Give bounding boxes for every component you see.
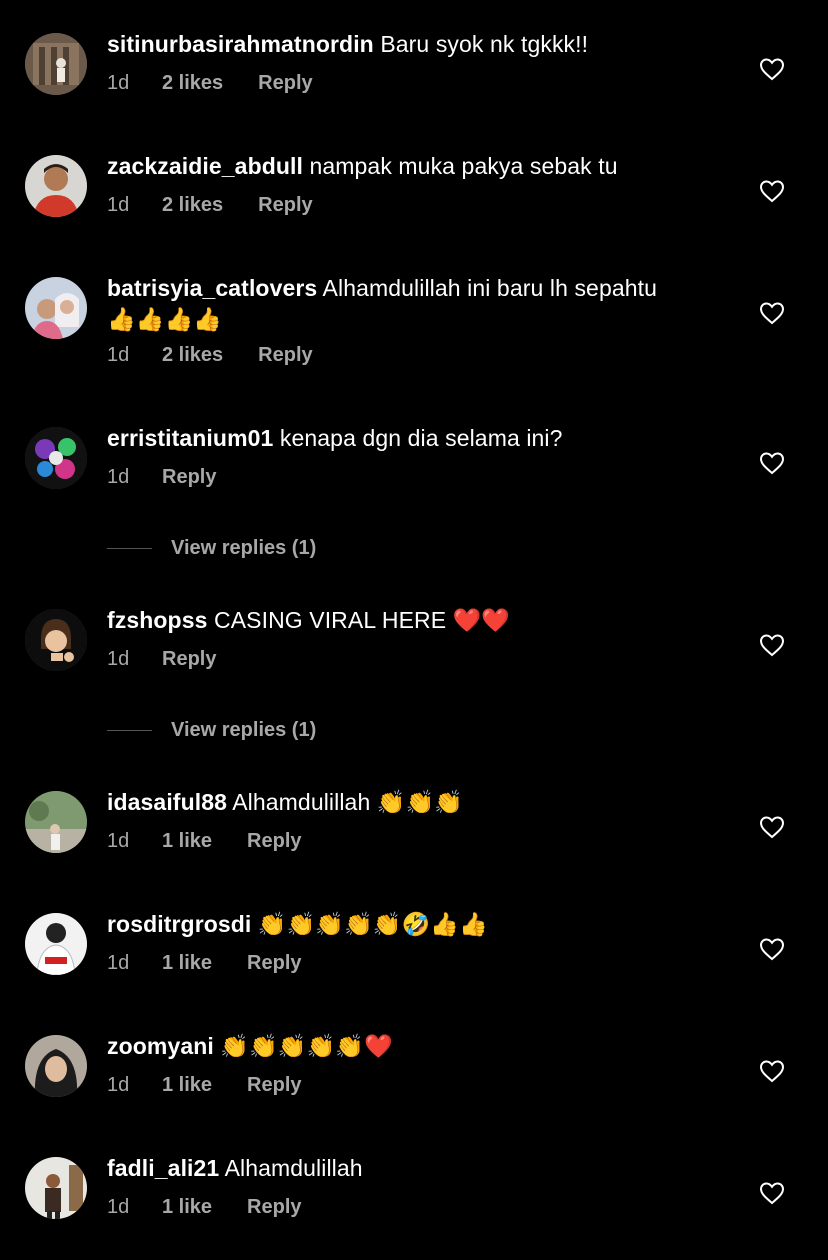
comment-body: nampak muka pakya sebak tu: [309, 153, 618, 179]
timestamp: 1d: [107, 952, 130, 974]
likes-count[interactable]: 1 like: [162, 1196, 212, 1219]
likes-count[interactable]: 2 likes: [162, 344, 223, 367]
heart-outline-icon[interactable]: [759, 633, 785, 657]
heart-outline-icon[interactable]: [759, 301, 785, 325]
likes-count[interactable]: 1 like: [162, 830, 212, 853]
username[interactable]: zackzaidie_abdull: [107, 153, 303, 179]
comment-meta: 1d 1 like Reply: [107, 1074, 302, 1097]
username[interactable]: zoomyani: [107, 1033, 214, 1059]
comment-meta: 1d Reply: [107, 648, 216, 671]
avatar[interactable]: [25, 609, 87, 671]
heart-outline-icon[interactable]: [759, 57, 785, 81]
comment-body: Alhamdulillah: [224, 1155, 363, 1181]
reply-button[interactable]: Reply: [247, 1196, 301, 1219]
timestamp: 1d: [107, 466, 130, 488]
view-replies-button[interactable]: View replies (1): [107, 715, 316, 745]
comment-body: 👏👏👏👏👏❤️: [220, 1033, 393, 1059]
timestamp: 1d: [107, 344, 130, 366]
comment-text: zoomyani 👏👏👏👏👏❤️: [107, 1031, 727, 1062]
comment-text: fzshopss CASING VIRAL HERE ❤️❤️: [107, 605, 727, 636]
reply-button[interactable]: Reply: [162, 648, 216, 671]
heart-outline-icon[interactable]: [759, 451, 785, 475]
comment-body: kenapa dgn dia selama ini?: [279, 425, 563, 451]
username[interactable]: rosditrgrosdi: [107, 911, 251, 937]
view-replies-button[interactable]: View replies (1): [107, 533, 316, 563]
timestamp: 1d: [107, 648, 130, 670]
timestamp: 1d: [107, 194, 130, 216]
comment-meta: 1d 1 like Reply: [107, 830, 302, 853]
likes-count[interactable]: 1 like: [162, 1074, 212, 1097]
comment-body: Alhamdulillah ini baru lh sepahtu: [322, 275, 657, 301]
likes-count[interactable]: 2 likes: [162, 72, 223, 95]
comment-body: CASING VIRAL HERE ❤️❤️: [213, 607, 511, 633]
likes-count[interactable]: 2 likes: [162, 194, 223, 217]
username[interactable]: batrisyia_catlovers: [107, 275, 317, 301]
timestamp: 1d: [107, 1196, 130, 1218]
username[interactable]: erristitanium01: [107, 425, 273, 451]
avatar[interactable]: [25, 155, 87, 217]
reply-button[interactable]: Reply: [247, 952, 301, 975]
likes-count[interactable]: 1 like: [162, 952, 212, 975]
reply-button[interactable]: Reply: [258, 72, 312, 95]
avatar[interactable]: [25, 33, 87, 95]
comment-text: batrisyia_catlovers Alhamdulillah ini ba…: [107, 273, 727, 336]
reply-button[interactable]: Reply: [247, 1074, 301, 1097]
avatar[interactable]: [25, 427, 87, 489]
avatar[interactable]: [25, 913, 87, 975]
comment-text: idasaiful88 Alhamdulillah 👏👏👏: [107, 787, 727, 818]
comment-meta: 1d 2 likes Reply: [107, 344, 313, 367]
comment-body: 👏👏👏👏👏🤣👍👍: [257, 911, 488, 937]
heart-outline-icon[interactable]: [759, 937, 785, 961]
view-replies-label: View replies (1): [171, 718, 317, 741]
comment-text: zackzaidie_abdull nampak muka pakya seba…: [107, 151, 727, 182]
reply-button[interactable]: Reply: [247, 830, 301, 853]
comment-text: rosditrgrosdi 👏👏👏👏👏🤣👍👍: [107, 909, 727, 940]
username[interactable]: idasaiful88: [107, 789, 227, 815]
divider-line: [107, 547, 152, 549]
reply-button[interactable]: Reply: [258, 194, 312, 217]
username[interactable]: sitinurbasirahmatnordin: [107, 31, 374, 57]
username[interactable]: fzshopss: [107, 607, 207, 633]
view-replies-label: View replies (1): [171, 536, 317, 559]
comment-text: erristitanium01 kenapa dgn dia selama in…: [107, 423, 727, 454]
avatar[interactable]: [25, 1157, 87, 1219]
heart-outline-icon[interactable]: [759, 1059, 785, 1083]
comment-emojis: 👍👍👍👍: [107, 307, 222, 333]
heart-outline-icon[interactable]: [759, 1181, 785, 1205]
comment-meta: 1d 1 like Reply: [107, 1196, 302, 1219]
comment-meta: 1d 1 like Reply: [107, 952, 302, 975]
reply-button[interactable]: Reply: [162, 466, 216, 489]
timestamp: 1d: [107, 830, 130, 852]
username[interactable]: fadli_ali21: [107, 1155, 219, 1181]
avatar[interactable]: [25, 791, 87, 853]
reply-button[interactable]: Reply: [258, 344, 312, 367]
comment-meta: 1d 2 likes Reply: [107, 72, 313, 95]
heart-outline-icon[interactable]: [759, 815, 785, 839]
comment-meta: 1d 2 likes Reply: [107, 194, 313, 217]
heart-outline-icon[interactable]: [759, 179, 785, 203]
comment-text: fadli_ali21 Alhamdulillah: [107, 1153, 727, 1184]
avatar[interactable]: [25, 277, 87, 339]
comment-body: Alhamdulillah 👏👏👏: [232, 789, 464, 815]
avatar[interactable]: [25, 1035, 87, 1097]
comment-text: sitinurbasirahmatnordin Baru syok nk tgk…: [107, 29, 727, 60]
comment-meta: 1d Reply: [107, 466, 216, 489]
timestamp: 1d: [107, 72, 130, 94]
timestamp: 1d: [107, 1074, 130, 1096]
comment-body: Baru syok nk tgkkk!!: [380, 31, 589, 57]
divider-line: [107, 729, 152, 731]
